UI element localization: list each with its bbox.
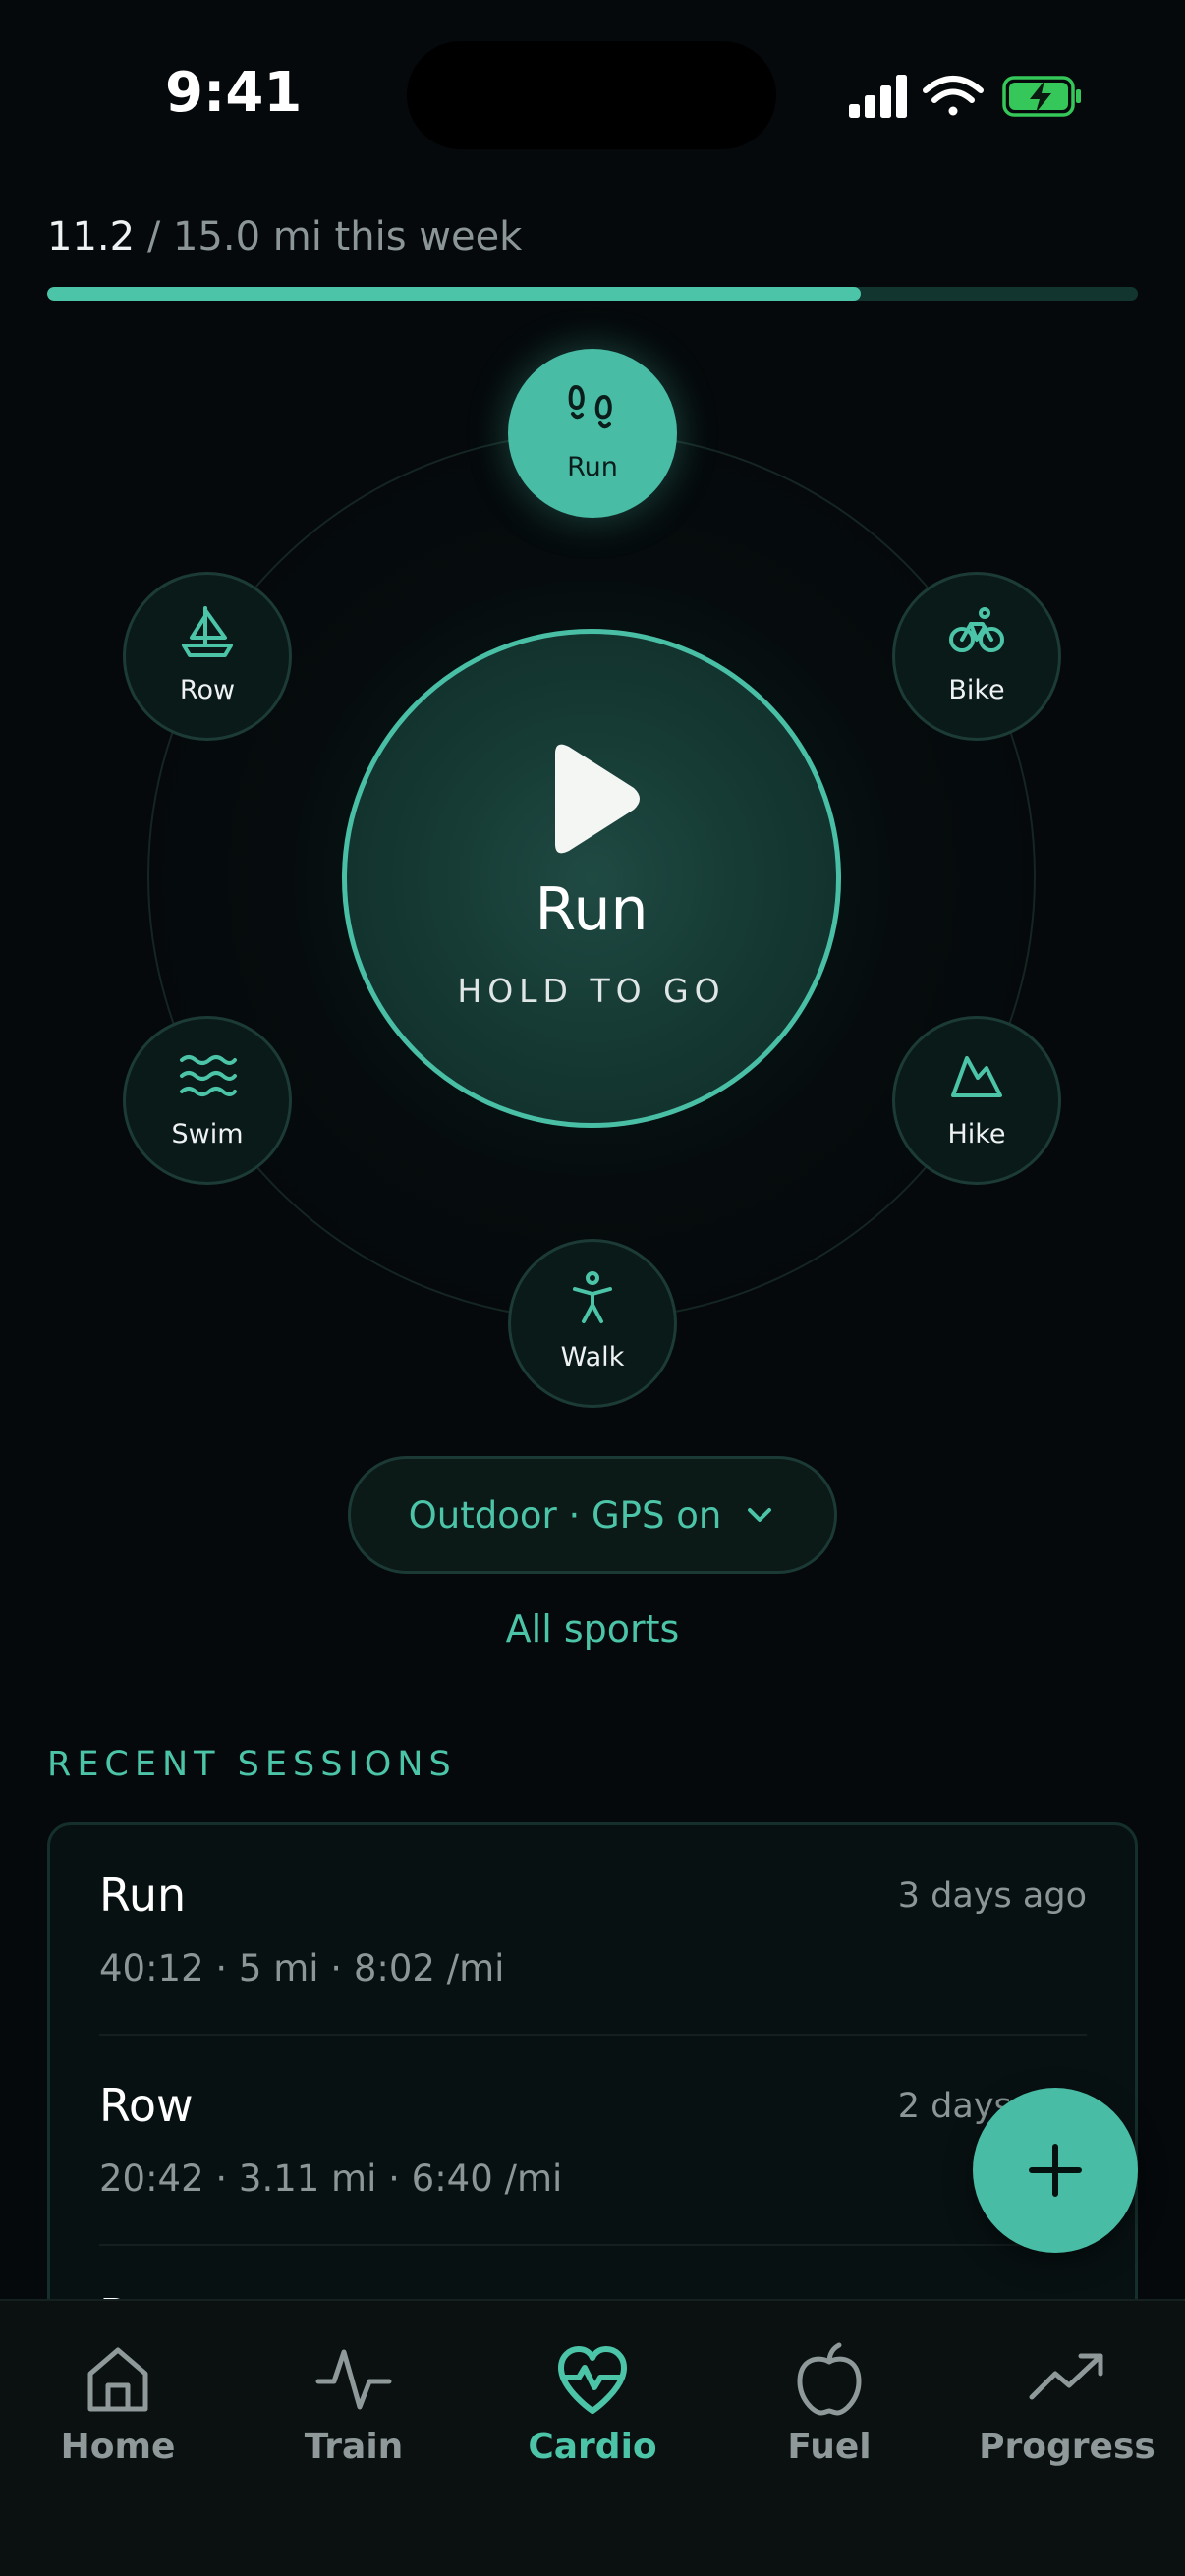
trend-up-icon: [1029, 2353, 1103, 2400]
session-stats: 40:12 · 5 mi · 8:02 /mi: [99, 1947, 505, 1989]
sport-row-label: Row: [179, 674, 236, 705]
apple-icon: [797, 2342, 862, 2416]
sport-bike-label: Bike: [948, 674, 1005, 705]
tracking-mode-dropdown[interactable]: Outdoor · GPS on: [348, 1456, 837, 1574]
sport-row-button[interactable]: Row: [123, 572, 292, 741]
tab-label: Train: [304, 2427, 404, 2467]
session-stats: 20:42 · 3.11 mi · 6:40 /mi: [99, 2157, 563, 2200]
session-time-ago: 3 days ago: [897, 1876, 1087, 1916]
sport-bike-button[interactable]: Bike: [892, 572, 1061, 741]
sailboat-icon: [182, 605, 233, 657]
status-time: 9:41: [165, 61, 303, 125]
sport-run-button[interactable]: Run: [508, 349, 677, 518]
hold-to-go-label: HOLD TO GO: [457, 972, 726, 1010]
waves-icon: [180, 1054, 237, 1096]
bike-icon: [949, 606, 1004, 652]
sport-walk-label: Walk: [560, 1341, 625, 1372]
weekly-progress-bar: [47, 287, 1138, 301]
session-row[interactable]: Row 2 days ago 20:42 · 3.11 mi · 6:40 /m…: [99, 2036, 1087, 2246]
tab-cardio[interactable]: Cardio: [475, 2340, 710, 2467]
tab-label: Cardio: [528, 2427, 657, 2467]
session-name: Run: [99, 1869, 187, 1922]
tab-label: Fuel: [787, 2427, 872, 2467]
recent-sessions-heading: RECENT SESSIONS: [47, 1745, 457, 1784]
sport-swim-button[interactable]: Swim: [123, 1016, 292, 1185]
all-sports-link[interactable]: All sports: [0, 1607, 1185, 1651]
sport-hike-label: Hike: [947, 1118, 1006, 1149]
sport-hike-button[interactable]: Hike: [892, 1016, 1061, 1185]
walker-icon: [573, 1270, 612, 1323]
tab-label: Progress: [979, 2427, 1156, 2467]
tab-label: Home: [60, 2427, 176, 2467]
home-icon: [87, 2347, 148, 2412]
signal-icon: [849, 75, 907, 118]
tab-fuel[interactable]: Fuel: [711, 2340, 947, 2467]
sport-swim-label: Swim: [171, 1118, 244, 1149]
wifi-icon: [923, 76, 984, 116]
weekly-goal-label: / 15.0 mi this week: [135, 214, 523, 259]
sport-walk-button[interactable]: Walk: [508, 1239, 677, 1408]
dynamic-island: [407, 41, 776, 149]
cardio-screen: 9:41 11.2 / 15.0 mi this week Run Bike H…: [0, 0, 1185, 2576]
plus-icon: [1029, 2144, 1082, 2197]
start-sport-title: Run: [535, 875, 649, 944]
battery-charging-icon: [1002, 76, 1081, 117]
hold-to-start-button[interactable]: Run HOLD TO GO: [342, 629, 841, 1128]
weekly-progress-fill: [47, 287, 862, 301]
session-name: Row: [99, 2079, 194, 2132]
heart-pulse-icon: [558, 2346, 627, 2414]
weekly-goal-text: 11.2 / 15.0 mi this week: [47, 214, 522, 259]
status-icons: [849, 75, 1081, 118]
tab-train[interactable]: Train: [236, 2340, 472, 2467]
weekly-distance-done: 11.2: [47, 214, 136, 259]
chevron-down-icon: [748, 1508, 772, 1522]
tab-progress[interactable]: Progress: [949, 2340, 1185, 2467]
tab-home[interactable]: Home: [0, 2340, 236, 2467]
sport-dial: Run Bike Hike Walk Swim Row Run HOLD TO …: [0, 334, 1185, 1434]
bottom-tab-bar: Home Train Cardio Fuel Progress: [0, 2299, 1185, 2576]
pulse-icon: [315, 2349, 392, 2410]
add-session-button[interactable]: [973, 2088, 1138, 2253]
play-icon: [555, 744, 640, 854]
mountain-icon: [951, 1055, 1002, 1097]
tracking-mode-label: Outdoor · GPS on: [408, 1493, 722, 1537]
sport-run-label: Run: [567, 451, 618, 482]
footprints-icon: [568, 384, 612, 428]
session-row[interactable]: Run 3 days ago 40:12 · 5 mi · 8:02 /mi: [99, 1825, 1087, 2036]
